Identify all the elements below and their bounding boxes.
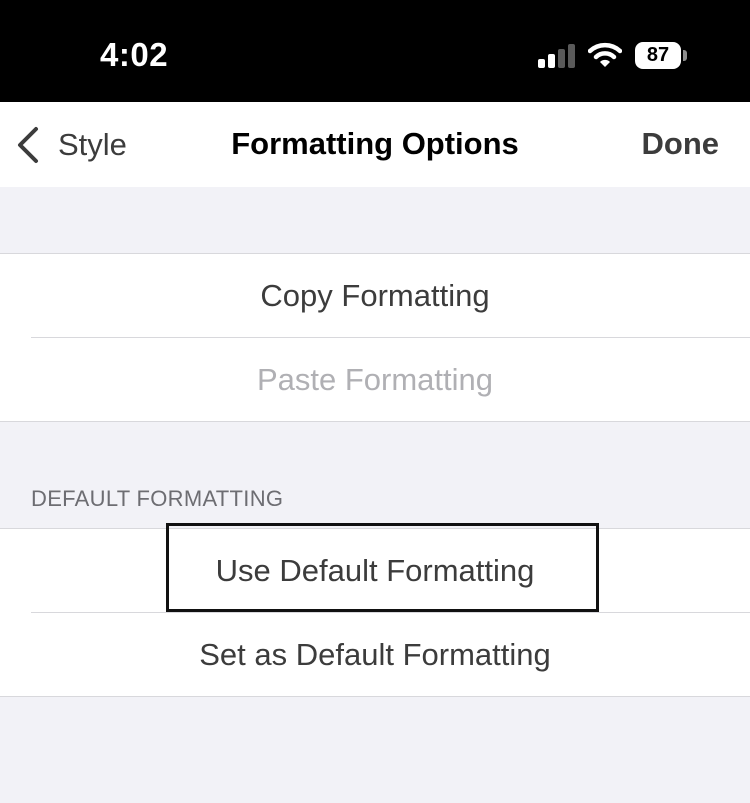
status-bar: 4:02 87 bbox=[0, 0, 750, 102]
set-default-formatting-button[interactable]: Set as Default Formatting bbox=[0, 613, 750, 696]
clipboard-group: Copy Formatting Paste Formatting bbox=[0, 253, 750, 422]
paste-formatting-button[interactable]: Paste Formatting bbox=[0, 338, 750, 421]
battery-level: 87 bbox=[646, 44, 670, 66]
navigation-bar: Style Formatting Options Done bbox=[0, 102, 750, 187]
signal-icon bbox=[538, 44, 576, 68]
default-formatting-group: Use Default Formatting Set as Default Fo… bbox=[0, 528, 750, 697]
done-button[interactable]: Done bbox=[642, 126, 720, 162]
use-default-formatting-button[interactable]: Use Default Formatting bbox=[0, 529, 750, 612]
battery-icon: 87 bbox=[635, 42, 681, 69]
section-header-default-formatting: DEFAULT FORMATTING bbox=[31, 486, 284, 511]
status-time: 4:02 bbox=[100, 36, 169, 73]
copy-formatting-button[interactable]: Copy Formatting bbox=[0, 254, 750, 337]
wifi-icon bbox=[588, 42, 622, 67]
battery-cap bbox=[683, 50, 687, 61]
page-title: Formatting Options bbox=[231, 126, 519, 161]
